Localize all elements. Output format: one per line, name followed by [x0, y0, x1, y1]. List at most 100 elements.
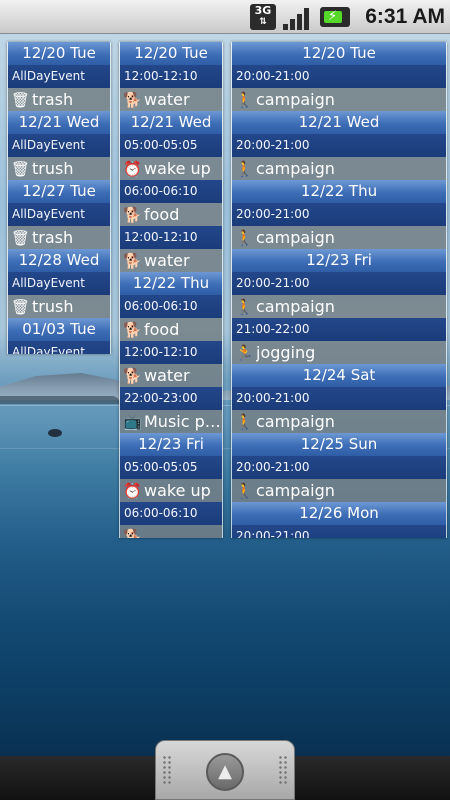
- event-title: trash: [32, 90, 74, 109]
- date-header: 12/25 Sun: [232, 433, 446, 456]
- event-time: 20:00-21:00: [232, 456, 446, 479]
- event-time: 06:00-06:10: [120, 502, 222, 525]
- status-bar: 3G ⇅ ⚡ 6:31 AM: [0, 0, 450, 34]
- event-time: 12:00-12:10: [120, 65, 222, 88]
- event-title: trush: [32, 297, 74, 316]
- event-title: campaign: [256, 90, 335, 109]
- campaign-person-icon: 🚶: [235, 481, 254, 500]
- event-time: 20:00-21:00: [232, 65, 446, 88]
- date-header: 12/27 Tue: [8, 180, 110, 203]
- event-title: trush: [32, 159, 74, 178]
- date-header: 12/20 Tue: [120, 42, 222, 65]
- event-title: trash: [32, 228, 74, 247]
- event-title: wake up: [144, 481, 211, 500]
- signal-strength-icon: [283, 6, 313, 30]
- event-title: water: [144, 251, 190, 270]
- event-item[interactable]: 🚶 campaign: [232, 226, 446, 249]
- grip-right-icon: [278, 755, 288, 785]
- event-item[interactable]: 🗑 trush: [8, 157, 110, 180]
- dog-icon: 🐕: [123, 320, 142, 339]
- clock: 6:31 AM: [365, 5, 445, 28]
- app-drawer-up-icon[interactable]: ▲: [206, 753, 244, 791]
- data-arrows-icon: ⇅: [259, 17, 267, 27]
- event-time: 12:00-12:10: [120, 226, 222, 249]
- calendar-widget-evening[interactable]: 12/20 Tue 20:00-21:00 🚶 campaign 12/21 Wed 20…: [231, 42, 447, 538]
- event-item[interactable]: 🐕: [120, 525, 222, 538]
- event-time: 06:00-06:10: [120, 295, 222, 318]
- date-header: 12/23 Fri: [120, 433, 222, 456]
- event-title: campaign: [256, 228, 335, 247]
- event-title: water: [144, 90, 190, 109]
- event-title: food: [144, 205, 180, 224]
- event-item[interactable]: 🐕 food: [120, 318, 222, 341]
- date-header: 12/26 Mon: [232, 502, 446, 525]
- event-time: 20:00-21:00: [232, 387, 446, 410]
- event-item[interactable]: 🗑 trush: [8, 295, 110, 318]
- dog-icon: 🐕: [123, 527, 142, 539]
- event-time: 22:00-23:00: [120, 387, 222, 410]
- battery-charging-icon: ⚡: [320, 7, 350, 27]
- app-drawer-handle[interactable]: ▲: [155, 740, 295, 800]
- event-title: jogging: [256, 343, 316, 362]
- alarm-clock-icon: ⏰: [123, 159, 142, 178]
- event-item[interactable]: 🚶 campaign: [232, 157, 446, 180]
- date-header: 01/03 Tue: [8, 318, 110, 341]
- event-item[interactable]: 🗑 trash: [8, 88, 110, 111]
- dog-icon: 🐕: [123, 366, 142, 385]
- event-title: Music pr...: [144, 412, 222, 431]
- network-type-label: 3G: [254, 4, 272, 17]
- event-title: campaign: [256, 159, 335, 178]
- event-item[interactable]: ⏰ wake up: [120, 157, 222, 180]
- campaign-person-icon: 🚶: [235, 228, 254, 247]
- event-item[interactable]: 📺 Music pr...: [120, 410, 222, 433]
- event-item[interactable]: 🚶 campaign: [232, 410, 446, 433]
- campaign-person-icon: 🚶: [235, 412, 254, 431]
- event-item[interactable]: 🐕 water: [120, 364, 222, 387]
- calendar-widget-allday[interactable]: 12/20 Tue AllDayEvent 🗑 trash 12/21 Wed AllDa…: [7, 42, 111, 354]
- trash-can-icon: 🗑: [11, 297, 31, 316]
- event-time: 20:00-21:00: [232, 272, 446, 295]
- dog-icon: 🐕: [123, 251, 142, 270]
- event-time: AllDayEvent: [8, 134, 110, 157]
- trash-can-icon: 🗑: [11, 90, 31, 109]
- campaign-person-icon: 🚶: [235, 297, 254, 316]
- campaign-person-icon: 🚶: [235, 90, 254, 109]
- event-item[interactable]: 🏃 jogging: [232, 341, 446, 364]
- event-title: campaign: [256, 297, 335, 316]
- tv-icon: 📺: [123, 412, 142, 431]
- alarm-clock-icon: ⏰: [123, 481, 142, 500]
- date-header: 12/21 Wed: [8, 111, 110, 134]
- event-item[interactable]: 🚶 campaign: [232, 295, 446, 318]
- date-header: 12/24 Sat: [232, 364, 446, 387]
- event-item[interactable]: 🐕 food: [120, 203, 222, 226]
- event-time: 12:00-12:10: [120, 341, 222, 364]
- event-time: AllDayEvent: [8, 65, 110, 88]
- event-title: food: [144, 320, 180, 339]
- date-header: 12/21 Wed: [120, 111, 222, 134]
- date-header: 12/20 Tue: [8, 42, 110, 65]
- calendar-widget-tasks[interactable]: 12/20 Tue 12:00-12:10 🐕 water 12/21 Wed 05:00…: [119, 42, 223, 538]
- event-item[interactable]: 🚶 campaign: [232, 88, 446, 111]
- event-item[interactable]: 🚶 campaign: [232, 479, 446, 502]
- event-time: 20:00-21:00: [232, 525, 446, 538]
- dog-icon: 🐕: [123, 90, 142, 109]
- date-header: 12/23 Fri: [232, 249, 446, 272]
- event-item[interactable]: ⏰ wake up: [120, 479, 222, 502]
- wallpaper-shore: [0, 396, 120, 404]
- event-time: 06:00-06:10: [120, 180, 222, 203]
- event-title: water: [144, 366, 190, 385]
- dog-icon: 🐕: [123, 205, 142, 224]
- event-time: 20:00-21:00: [232, 134, 446, 157]
- trash-can-icon: 🗑: [11, 228, 31, 247]
- event-item[interactable]: 🗑 trash: [8, 226, 110, 249]
- event-title: wake up: [144, 159, 211, 178]
- event-time: 21:00-22:00: [232, 318, 446, 341]
- event-time: 05:00-05:05: [120, 134, 222, 157]
- date-header: 12/28 Wed: [8, 249, 110, 272]
- event-title: campaign: [256, 412, 335, 431]
- grip-left-icon: [162, 755, 172, 785]
- event-item[interactable]: 🐕 water: [120, 88, 222, 111]
- event-item[interactable]: 🐕 water: [120, 249, 222, 272]
- event-time: 20:00-21:00: [232, 203, 446, 226]
- network-3g-icon: 3G ⇅: [250, 4, 276, 30]
